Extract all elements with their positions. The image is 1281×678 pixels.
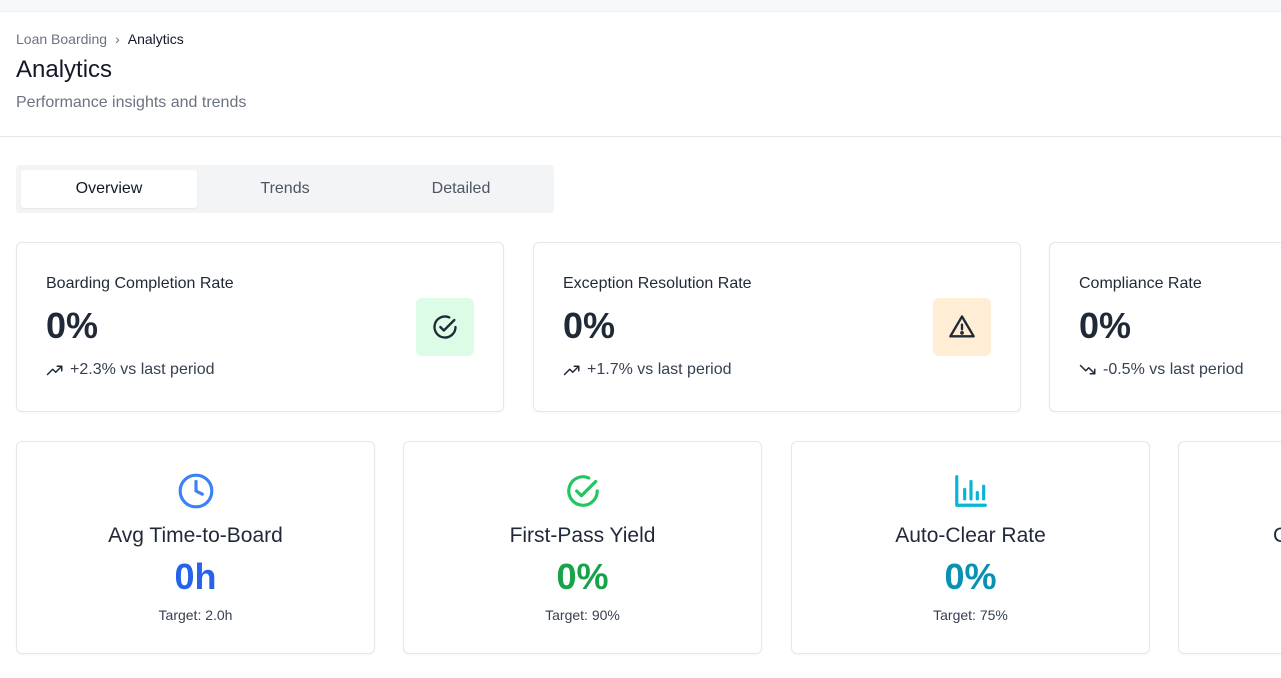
metric-card-partial: C <box>1178 441 1281 654</box>
kpi-label: Exception Resolution Rate <box>563 275 752 292</box>
tab-trends[interactable]: Trends <box>197 170 373 208</box>
tab-detailed[interactable]: Detailed <box>373 170 549 208</box>
metric-target: Target: 75% <box>933 607 1008 623</box>
metric-value: 0h <box>174 556 217 597</box>
warning-triangle-icon <box>933 298 991 356</box>
breadcrumb-current: Analytics <box>127 31 184 47</box>
bar-chart-icon <box>792 472 1149 510</box>
tab-overview[interactable]: Overview <box>21 170 197 208</box>
metric-card-time-to-board: Avg Time-to-Board 0h Target: 2.0h <box>16 441 375 654</box>
kpi-card-exception-resolution: Exception Resolution Rate 0% +1.7% vs la… <box>533 242 1021 412</box>
kpi-value: 0% <box>46 305 99 346</box>
metric-label: C <box>1273 524 1281 548</box>
metric-target: Target: 90% <box>545 607 620 623</box>
metric-label: Auto-Clear Rate <box>895 524 1046 547</box>
metric-value: 0% <box>944 556 997 597</box>
check-circle-icon <box>404 472 761 510</box>
metric-card-auto-clear-rate: Auto-Clear Rate 0% Target: 75% <box>791 441 1150 654</box>
kpi-trend-text: +1.7% vs last period <box>587 361 732 378</box>
page-header: Loan Boarding › Analytics Analytics Perf… <box>0 11 1281 137</box>
kpi-value: 0% <box>563 305 616 346</box>
kpi-card-compliance: Compliance Rate 0% -0.5% vs last period <box>1049 242 1281 412</box>
breadcrumb-separator: › <box>115 31 120 47</box>
kpi-trend-text: -0.5% vs last period <box>1103 361 1244 378</box>
page-subtitle: Performance insights and trends <box>16 94 247 111</box>
kpi-trend: +1.7% vs last period <box>563 361 732 379</box>
metric-label: First-Pass Yield <box>509 524 656 547</box>
page-title: Analytics <box>16 56 113 83</box>
kpi-trend: -0.5% vs last period <box>1079 361 1244 379</box>
metric-target: Target: 2.0h <box>158 607 233 623</box>
breadcrumb: Loan Boarding › Analytics <box>16 31 184 47</box>
kpi-label: Compliance Rate <box>1079 275 1202 292</box>
trend-up-icon <box>46 365 63 376</box>
metric-card-first-pass-yield: First-Pass Yield 0% Target: 90% <box>403 441 762 654</box>
kpi-value: 0% <box>1079 305 1132 346</box>
metric-label: Avg Time-to-Board <box>108 524 283 547</box>
kpi-card-boarding-completion: Boarding Completion Rate 0% +2.3% vs las… <box>16 242 504 412</box>
breadcrumb-loan-boarding[interactable]: Loan Boarding <box>16 31 107 47</box>
kpi-trend: +2.3% vs last period <box>46 361 215 379</box>
clock-icon <box>17 472 374 510</box>
check-circle-icon <box>416 298 474 356</box>
kpi-trend-text: +2.3% vs last period <box>70 361 215 378</box>
kpi-label: Boarding Completion Rate <box>46 275 234 292</box>
trend-up-icon <box>563 365 580 376</box>
metric-value: 0% <box>556 556 609 597</box>
trend-down-icon <box>1079 364 1096 375</box>
analytics-tabs: Overview Trends Detailed <box>16 165 554 213</box>
